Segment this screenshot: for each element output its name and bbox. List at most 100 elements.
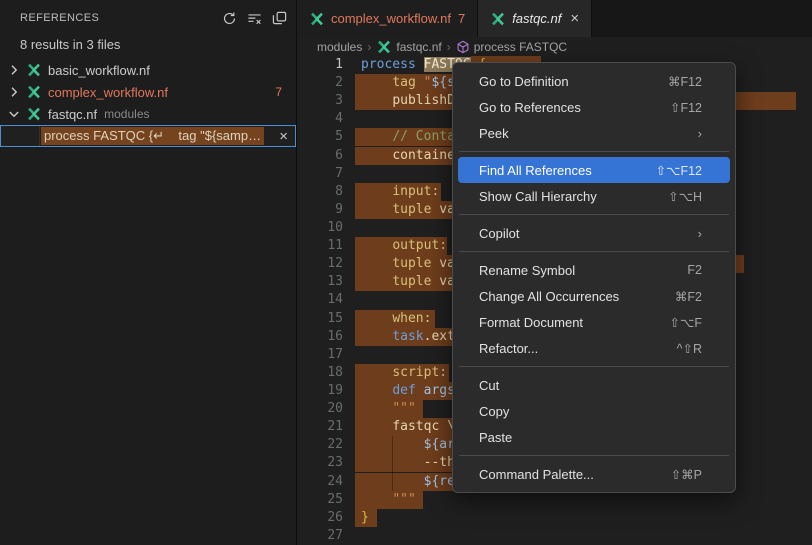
- menu-item-shortcut: ⇧⌥H: [668, 189, 702, 204]
- close-icon[interactable]: ×: [570, 11, 579, 26]
- reference-snippet: process FASTQC {↵ tag "${samp…: [41, 127, 264, 145]
- line-number: 2: [297, 74, 343, 92]
- line-number: 3: [297, 92, 343, 110]
- menu-item-label: Copy: [479, 404, 719, 419]
- code-line-26: 26}: [297, 509, 812, 527]
- menu-item-label: Paste: [479, 430, 719, 445]
- breadcrumb-label: process FASTQC: [474, 40, 567, 54]
- nextflow-file-icon: [26, 106, 42, 122]
- line-number: 1: [297, 56, 343, 74]
- reference-file-row-fastqc-nf[interactable]: fastqc.nf modules: [0, 103, 296, 125]
- submenu-chevron-icon: ›: [698, 226, 702, 241]
- menu-item-format-document[interactable]: Format Document⇧⌥F: [458, 309, 730, 335]
- tab-label: fastqc.nf: [512, 11, 561, 26]
- menu-item-change-all-occurrences[interactable]: Change All Occurrences⌘F2: [458, 283, 730, 309]
- tab-complex-workflow-nf[interactable]: complex_workflow.nf 7: [297, 0, 478, 37]
- reference-result-row[interactable]: process FASTQC {↵ tag "${samp… ×: [0, 125, 296, 147]
- reference-count-badge: 7: [275, 85, 282, 99]
- menu-item-peek[interactable]: Peek›: [458, 120, 730, 146]
- line-number: 18: [297, 364, 343, 382]
- chevron-right-icon[interactable]: [6, 62, 22, 78]
- symbol-namespace-icon: [456, 40, 470, 54]
- breadcrumb-label: fastqc.nf: [396, 40, 441, 54]
- nextflow-file-icon: [490, 11, 506, 27]
- menu-item-cut[interactable]: Cut: [458, 372, 730, 398]
- nextflow-file-icon: [376, 39, 392, 55]
- line-number: 26: [297, 509, 343, 527]
- collapse-all-icon[interactable]: [268, 7, 290, 29]
- line-number: 11: [297, 237, 343, 255]
- line-number: 8: [297, 183, 343, 201]
- menu-item-label: Show Call Hierarchy: [479, 189, 668, 204]
- references-panel-title: REFERENCES: [20, 12, 215, 24]
- line-number: 24: [297, 473, 343, 491]
- menu-item-shortcut: ⇧⌘P: [671, 467, 702, 482]
- nextflow-file-icon: [26, 62, 42, 78]
- tab-bar: complex_workflow.nf 7 fastqc.nf ×: [297, 0, 812, 37]
- references-panel: REFERENCES 8 results in 3 files basic_wo…: [0, 0, 297, 545]
- menu-item-shortcut: ⇧⌥F12: [656, 163, 702, 178]
- menu-item-command-palette[interactable]: Command Palette...⇧⌘P: [458, 461, 730, 487]
- line-number: 4: [297, 110, 343, 128]
- chevron-down-icon[interactable]: [6, 106, 22, 122]
- file-path-hint: modules: [104, 107, 149, 121]
- reference-file-row-complex-workflow-nf[interactable]: complex_workflow.nf 7: [0, 81, 296, 103]
- line-number: 21: [297, 418, 343, 436]
- menu-item-shortcut: ⇧F12: [670, 100, 702, 115]
- close-icon[interactable]: ×: [279, 129, 288, 144]
- results-summary: 8 results in 3 files: [0, 36, 296, 59]
- line-number: 5: [297, 128, 343, 146]
- breadcrumb-item-process-fastqc[interactable]: process FASTQC: [456, 40, 567, 54]
- code-line-27: 27: [297, 527, 812, 545]
- menu-item-shortcut: ^⇧R: [677, 341, 702, 356]
- line-number: 14: [297, 291, 343, 309]
- menu-item-refactor[interactable]: Refactor...^⇧R: [458, 335, 730, 361]
- file-name: complex_workflow.nf: [48, 85, 168, 100]
- tab-fastqc-nf[interactable]: fastqc.nf ×: [478, 0, 592, 37]
- menu-item-show-call-hierarchy[interactable]: Show Call Hierarchy⇧⌥H: [458, 183, 730, 209]
- menu-separator: [459, 214, 729, 215]
- line-number: 19: [297, 382, 343, 400]
- menu-item-shortcut: F2: [687, 263, 702, 277]
- line-number: 13: [297, 273, 343, 291]
- breadcrumb-separator: ›: [367, 40, 371, 54]
- refresh-icon[interactable]: [218, 7, 240, 29]
- menu-item-go-to-references[interactable]: Go to References⇧F12: [458, 94, 730, 120]
- tab-badge: 7: [458, 11, 465, 26]
- menu-item-shortcut: ⇧⌥F: [669, 315, 702, 330]
- line-number: 23: [297, 454, 343, 472]
- file-name: fastqc.nf: [48, 107, 97, 122]
- line-number: 25: [297, 491, 343, 509]
- line-number: 27: [297, 527, 343, 545]
- editor-context-menu: Go to Definition⌘F12Go to References⇧F12…: [452, 62, 736, 493]
- breadcrumb-separator: ›: [447, 40, 451, 54]
- menu-item-label: Go to References: [479, 100, 670, 115]
- line-number: 15: [297, 310, 343, 328]
- submenu-chevron-icon: ›: [698, 126, 702, 141]
- tab-label: complex_workflow.nf: [331, 11, 451, 26]
- menu-separator: [459, 251, 729, 252]
- menu-item-go-to-definition[interactable]: Go to Definition⌘F12: [458, 68, 730, 94]
- menu-item-label: Rename Symbol: [479, 263, 687, 278]
- references-panel-header: REFERENCES: [0, 0, 296, 36]
- menu-item-copilot[interactable]: Copilot›: [458, 220, 730, 246]
- menu-item-label: Copilot: [479, 226, 698, 241]
- nextflow-file-icon: [26, 84, 42, 100]
- menu-item-copy[interactable]: Copy: [458, 398, 730, 424]
- menu-item-label: Go to Definition: [479, 74, 668, 89]
- menu-item-rename-symbol[interactable]: Rename SymbolF2: [458, 257, 730, 283]
- reference-file-row-basic-workflow-nf[interactable]: basic_workflow.nf: [0, 59, 296, 81]
- line-number: 12: [297, 255, 343, 273]
- clear-results-icon[interactable]: [243, 7, 265, 29]
- line-number: 22: [297, 436, 343, 454]
- menu-item-find-all-references[interactable]: Find All References⇧⌥F12: [458, 157, 730, 183]
- menu-item-paste[interactable]: Paste: [458, 424, 730, 450]
- chevron-right-icon[interactable]: [6, 84, 22, 100]
- menu-separator: [459, 151, 729, 152]
- breadcrumb: modules › fastqc.nf › process FASTQC: [297, 37, 812, 56]
- line-number: 6: [297, 147, 343, 165]
- menu-item-label: Command Palette...: [479, 467, 671, 482]
- menu-item-shortcut: ⌘F12: [668, 74, 702, 89]
- breadcrumb-item-modules[interactable]: modules: [317, 40, 362, 54]
- breadcrumb-item-fastqc-nf[interactable]: fastqc.nf: [376, 39, 441, 55]
